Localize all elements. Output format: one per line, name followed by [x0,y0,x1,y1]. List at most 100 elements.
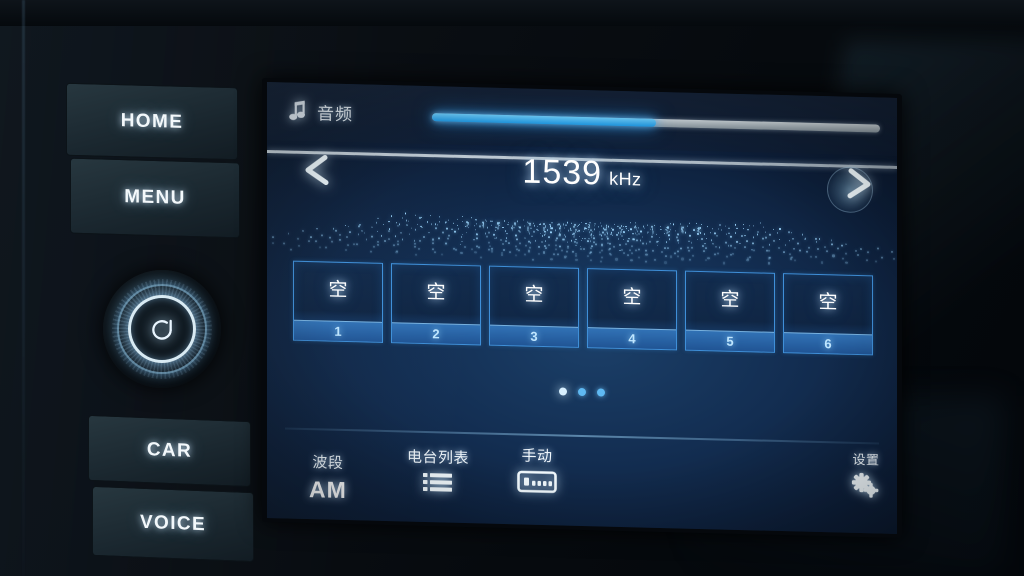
visualizer-dot [640,230,642,233]
visualizer-dot [518,249,521,252]
visualizer-dot [554,244,557,247]
hardkey-menu[interactable]: MENU [70,157,240,239]
visualizer-dot [359,224,361,226]
tuning-progress-bar[interactable] [432,113,880,133]
visualizer-dot [673,252,676,255]
visualizer-dot [697,233,699,235]
infotainment-screen[interactable]: 音频 1539 kHz 空 1 空 2 空 3 空 4 空 5 空 6 波段 A… [267,82,897,534]
visualizer-dot [722,261,725,265]
visualizer-dot [730,236,733,238]
visualizer-dot [382,223,385,225]
visualizer-dot [591,245,593,247]
visualizer-dot [606,232,609,235]
visualizer-dot [551,227,553,229]
preset-number-band: 1 [294,319,382,342]
hardkey-home-label: HOME [120,109,184,133]
visualizer-dot [466,225,468,227]
visualizer-dot [435,227,437,230]
toolbar-station-list-button[interactable]: 电台列表 [407,446,469,499]
visualizer-dot [559,230,562,232]
preset-button-6[interactable]: 空6 [783,273,873,356]
visualizer-dot [566,241,569,244]
visualizer-dot [447,219,449,221]
visualizer-dot [301,230,304,233]
hardkey-voice[interactable]: VOICE [92,485,254,563]
visualizer-dot [465,231,468,234]
visualizer-dot [475,219,477,221]
visualizer-dot [645,242,648,245]
visualizer-dot [398,223,400,225]
visualizer-dot [654,258,657,262]
power-icon [149,316,175,342]
visualizer-dot [447,237,449,240]
visualizer-dot [741,235,743,237]
hardkey-home[interactable]: HOME [66,82,238,161]
visualizer-dot [711,227,713,230]
visualizer-dot [537,252,540,256]
header-source-group: 音频 [289,99,353,126]
chevron-left-icon[interactable] [295,149,341,190]
page-dot-2[interactable] [578,387,586,397]
visualizer-dot [417,247,420,251]
visualizer-dot [414,214,416,216]
visualizer-dot [704,258,707,262]
visualizer-dot [637,248,640,250]
preset-button-3[interactable]: 空3 [489,265,579,348]
toolbar-settings-button[interactable]: 设置 [851,449,881,501]
visualizer-dot [460,240,463,243]
visualizer-dot [707,256,710,259]
visualizer-dot [768,243,771,246]
power-volume-knob[interactable] [103,270,221,388]
visualizer-dot [601,225,603,227]
visualizer-dot [860,247,863,250]
visualizer-dot [508,242,510,245]
visualizer-dot [769,234,771,236]
visualizer-dot [668,238,671,241]
preset-button-1[interactable]: 空1 [293,260,383,343]
frequency-display: 1539 kHz [267,146,897,201]
visualizer-dot [731,252,734,255]
toolbar-manual-tune-button[interactable]: 手动 [517,444,557,494]
visualizer-dot [752,242,755,245]
visualizer-dot [589,222,591,224]
visualizer-dot [534,240,537,242]
visualizer-dot [646,224,649,226]
visualizer-dot [573,233,576,236]
visualizer-dot [493,233,495,236]
visualizer-dot [539,232,542,235]
visualizer-dot [594,243,597,246]
visualizer-dot [539,223,541,226]
visualizer-dot [574,231,577,233]
visualizer-dot [571,250,574,253]
keypad-icon [517,469,557,494]
visualizer-dot [462,221,464,223]
visualizer-dot [667,234,669,237]
visualizer-dot [473,238,476,241]
visualizer-dot [518,229,520,232]
visualizer-dot [653,224,655,226]
visualizer-dot [397,225,399,227]
visualizer-dot [621,234,623,237]
preset-button-5[interactable]: 空5 [685,270,775,353]
visualizer-dot [319,246,322,249]
visualizer-dot [586,240,589,242]
visualizer-dot [704,242,706,245]
preset-button-4[interactable]: 空4 [587,268,677,351]
visualizer-dot [582,247,585,250]
visualizer-dot [577,225,579,228]
page-dot-1[interactable] [559,387,567,396]
toolbar-band-button[interactable]: 波段 AM [309,451,347,504]
visualizer-dot [783,251,786,254]
hardkey-car[interactable]: CAR [88,414,251,488]
visualizer-dot [283,242,286,245]
visualizer-dot [669,255,672,258]
visualizer-dot [753,249,756,252]
visualizer-dot [744,234,746,237]
preset-page-indicator[interactable] [267,380,897,404]
page-dot-3[interactable] [597,388,605,397]
visualizer-dot [628,249,631,252]
chevron-right-icon[interactable] [827,162,881,214]
visualizer-dot [660,250,663,253]
visualizer-dot [573,226,575,228]
preset-button-2[interactable]: 空2 [391,263,481,346]
